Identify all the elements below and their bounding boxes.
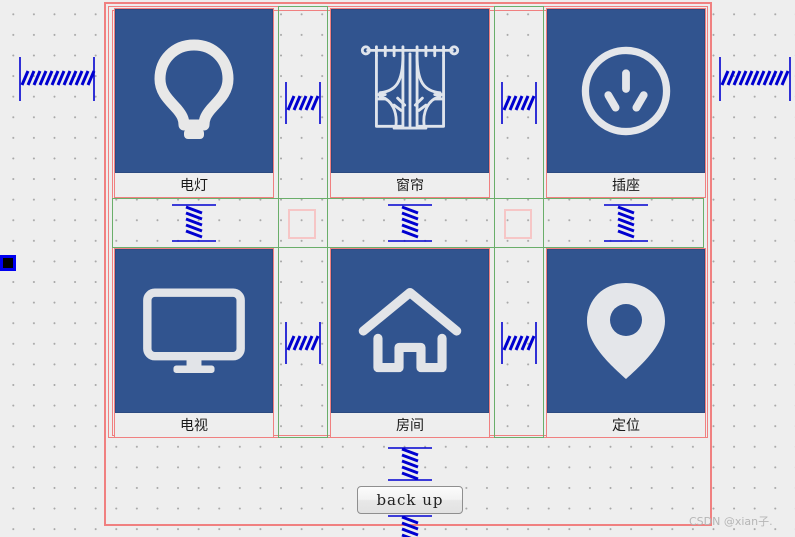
tile-socket[interactable]: 插座 (546, 8, 706, 198)
spacer-mid-col-3[interactable] (602, 203, 650, 243)
spacer-top-gap-1[interactable] (284, 80, 322, 126)
tile-curtain-label: 窗帘 (396, 178, 424, 194)
spacer-above-button[interactable] (386, 446, 434, 482)
tile-curtain[interactable]: 窗帘 (330, 8, 490, 198)
watermark-text: CSDN @xian子. (689, 515, 773, 528)
spacer-bottom-gap-1[interactable] (284, 320, 322, 366)
empty-grid-cell-1[interactable] (288, 209, 316, 239)
form-editor-canvas[interactable]: 电灯 窗帘 插座 电视 房间 定位 back up CSDN @xian子. (0, 0, 795, 537)
spacer-bottom-gap-2[interactable] (500, 320, 538, 366)
spacer-mid-col-1[interactable] (170, 203, 218, 243)
tile-light-image (115, 9, 273, 173)
tile-tv-image (115, 249, 273, 413)
tile-socket-image (547, 9, 705, 173)
tile-tv[interactable]: 电视 (114, 248, 274, 438)
spacer-right-outer[interactable] (718, 55, 792, 103)
tile-room-image (331, 249, 489, 413)
spacer-left-outer[interactable] (18, 55, 96, 103)
tile-room[interactable]: 房间 (330, 248, 490, 438)
spacer-top-gap-2[interactable] (500, 80, 538, 126)
empty-grid-cell-2[interactable] (504, 209, 532, 239)
tile-locate-image (547, 249, 705, 413)
tile-socket-label: 插座 (612, 178, 640, 194)
spacer-below-button[interactable] (386, 514, 434, 537)
tile-curtain-image (331, 9, 489, 173)
tile-locate-label: 定位 (612, 418, 640, 434)
tile-light[interactable]: 电灯 (114, 8, 274, 198)
back-up-button[interactable]: back up (357, 486, 463, 514)
spacer-mid-col-2[interactable] (386, 203, 434, 243)
tile-tv-label: 电视 (180, 418, 208, 434)
resize-handle-left[interactable] (0, 255, 16, 271)
tile-locate[interactable]: 定位 (546, 248, 706, 438)
tile-room-label: 房间 (396, 418, 424, 434)
tile-light-label: 电灯 (180, 178, 208, 194)
